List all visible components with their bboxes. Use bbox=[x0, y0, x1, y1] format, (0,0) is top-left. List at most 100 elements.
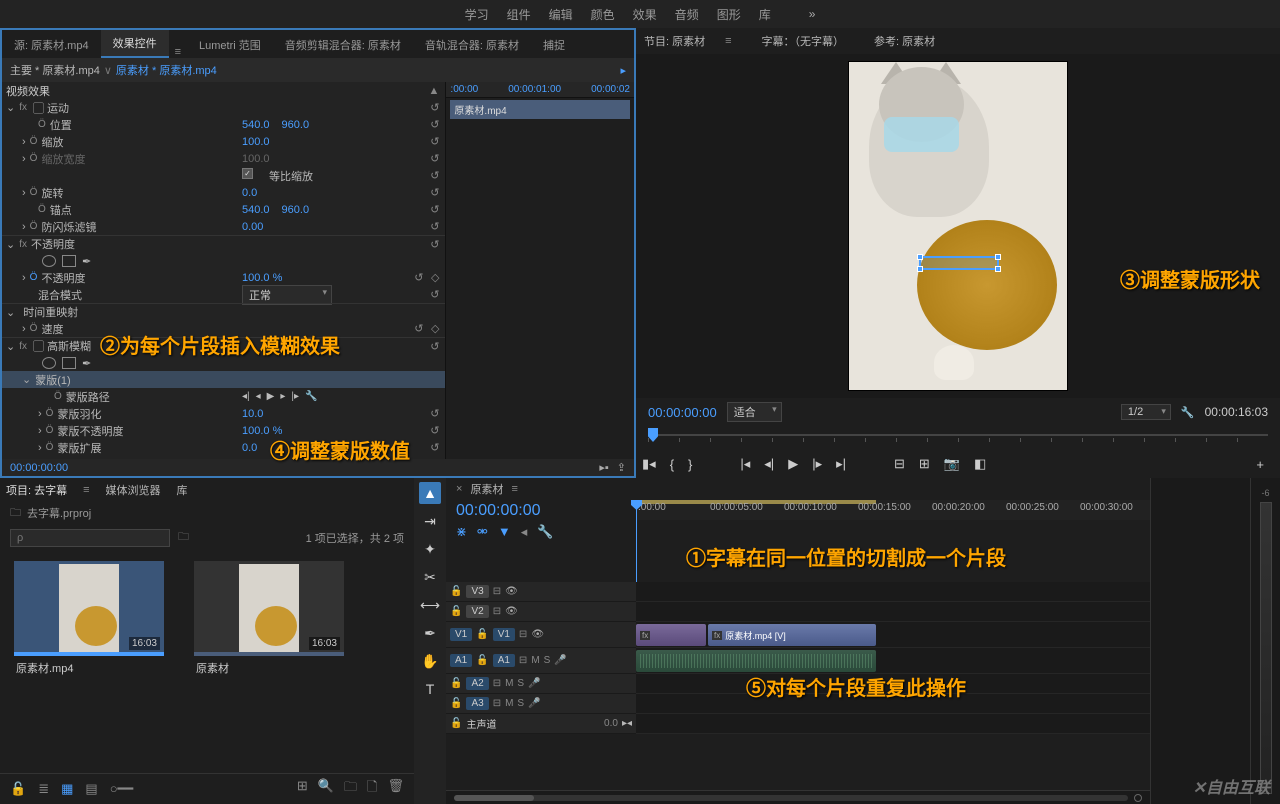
track-content[interactable]: fx fx原素材.mp4 [V] ①字幕在同一位置的切割成一个片段 ⑤对每个片段… bbox=[636, 582, 1150, 734]
stopwatch-icon[interactable]: Ö bbox=[30, 136, 38, 147]
program-timecode[interactable]: 00:00:00:00 bbox=[648, 405, 717, 420]
zoom-handle-icon[interactable] bbox=[1134, 794, 1142, 802]
stopwatch-icon[interactable]: Ö bbox=[54, 391, 62, 402]
pen-mask-icon[interactable]: ✒ bbox=[82, 357, 96, 369]
tab-audio-clip-mixer[interactable]: 音频剪辑混合器: 原素材 bbox=[273, 32, 413, 58]
tab-project[interactable]: 项目: 去字幕 bbox=[6, 482, 67, 498]
tab-captions[interactable]: 字幕：（无字幕） bbox=[762, 33, 845, 49]
track-v3[interactable] bbox=[636, 582, 1150, 602]
export-frame-icon[interactable]: 📷 bbox=[944, 456, 960, 472]
item-name[interactable]: 原素材 bbox=[196, 660, 229, 676]
position-x[interactable]: 540.0 bbox=[242, 119, 270, 131]
lock-icon[interactable]: 🔓 bbox=[450, 718, 462, 729]
item-thumbnail[interactable]: 16:03 bbox=[194, 561, 344, 656]
effect-gaussian-blur[interactable]: ⌄ fx ▢ 高斯模糊 ↺ bbox=[2, 337, 445, 354]
position-y[interactable]: 960.0 bbox=[282, 119, 310, 131]
video-clip[interactable]: fx bbox=[636, 624, 706, 646]
eye-icon[interactable]: 👁 bbox=[531, 629, 544, 640]
source-patch[interactable]: V1 bbox=[450, 628, 472, 641]
play-mask-icon[interactable]: ▶ bbox=[267, 391, 275, 402]
export-icon[interactable]: ⇪ bbox=[617, 461, 626, 474]
selection-tool-icon[interactable]: ▲ bbox=[419, 482, 441, 504]
reset-icon[interactable]: ↺ bbox=[430, 340, 439, 353]
reset-icon[interactable]: ↺ bbox=[430, 220, 439, 233]
scale-value[interactable]: 100.0 bbox=[242, 136, 270, 148]
track-back-icon[interactable]: ◂| bbox=[242, 391, 250, 402]
reset-icon[interactable]: ↺ bbox=[430, 203, 439, 216]
ellipse-mask-icon[interactable] bbox=[42, 357, 56, 369]
tab-media-browser[interactable]: 媒体浏览器 bbox=[106, 482, 161, 498]
find-icon[interactable]: 🔍 bbox=[318, 778, 334, 800]
sequence-clip-name[interactable]: 原素材 * 原素材.mp4 bbox=[116, 62, 217, 78]
mini-ruler[interactable]: :00:00 00:00:01:00 00:00:02 bbox=[446, 82, 634, 98]
anchor-y[interactable]: 960.0 bbox=[282, 204, 310, 216]
fx-badge-icon[interactable]: fx bbox=[19, 102, 27, 113]
reset-icon[interactable]: ↺ bbox=[430, 441, 439, 454]
new-item-icon[interactable]: 🗋 bbox=[367, 778, 377, 800]
stopwatch-active-icon[interactable]: Ö bbox=[30, 272, 38, 283]
lock-icon[interactable]: 🔓 bbox=[476, 655, 488, 666]
delete-icon[interactable]: 🗑 bbox=[387, 778, 404, 800]
search-input[interactable] bbox=[10, 529, 170, 547]
reset-icon[interactable]: ↺ bbox=[430, 186, 439, 199]
fit-select[interactable]: 适合 bbox=[727, 402, 782, 422]
reset-icon[interactable]: ↺ bbox=[414, 322, 423, 335]
effect-timecode[interactable]: 00:00:00:00 bbox=[10, 462, 68, 474]
lock-icon[interactable]: 🔓 bbox=[450, 606, 462, 617]
voiceover-icon[interactable]: 🎤 bbox=[528, 678, 540, 689]
pen-tool-icon[interactable]: ✒ bbox=[419, 622, 441, 644]
tab-library[interactable]: 库 bbox=[177, 482, 188, 498]
ws-tab[interactable]: 音频 bbox=[675, 6, 699, 23]
snap-icon[interactable]: ⋇ bbox=[456, 524, 467, 540]
scroll-up-icon[interactable]: ▲ bbox=[429, 85, 440, 97]
ws-tab[interactable]: 库 bbox=[759, 6, 771, 23]
step-back-icon[interactable]: ◂| bbox=[764, 456, 774, 472]
stopwatch-icon[interactable]: Ö bbox=[46, 425, 54, 436]
track-a3[interactable] bbox=[636, 694, 1150, 714]
step-fwd-icon[interactable]: |▸ bbox=[812, 456, 822, 472]
tab-program[interactable]: 节目: 原素材 bbox=[644, 33, 705, 49]
solo-button[interactable]: S bbox=[517, 678, 524, 689]
extract-icon[interactable]: ⊞ bbox=[919, 456, 930, 472]
track-select-tool-icon[interactable]: ⇥ bbox=[419, 510, 441, 532]
audio-clip[interactable] bbox=[636, 650, 876, 672]
reset-icon[interactable]: ↺ bbox=[430, 118, 439, 131]
lock-icon[interactable]: 🔓 bbox=[450, 678, 462, 689]
tab-reference[interactable]: 参考: 原素材 bbox=[874, 33, 935, 49]
opacity-value[interactable]: 100.0 % bbox=[242, 272, 282, 284]
tab-effect-controls[interactable]: 效果控件 bbox=[101, 30, 169, 58]
pen-mask-icon[interactable]: ✒ bbox=[82, 255, 96, 267]
voiceover-icon[interactable]: 🎤 bbox=[554, 655, 566, 666]
type-tool-icon[interactable]: T bbox=[419, 678, 441, 700]
master-value[interactable]: 0.0 bbox=[604, 718, 618, 729]
solo-button[interactable]: S bbox=[517, 698, 524, 709]
timeline-timecode[interactable]: 00:00:00:00 bbox=[456, 500, 626, 522]
reset-icon[interactable]: ↺ bbox=[430, 169, 439, 182]
twirl-icon[interactable]: › bbox=[38, 442, 42, 454]
twirl-icon[interactable]: ⌄ bbox=[6, 306, 15, 319]
stopwatch-icon[interactable]: Ö bbox=[38, 204, 46, 215]
reset-icon[interactable]: ↺ bbox=[430, 101, 439, 114]
panel-menu-icon[interactable]: ≡ bbox=[169, 46, 187, 58]
stopwatch-icon[interactable]: Ö bbox=[38, 119, 46, 130]
track-header-v3[interactable]: 🔓 V3 ⊟ 👁 bbox=[446, 582, 636, 602]
effect-motion[interactable]: ⌄ fx ▢ 运动 ↺ bbox=[2, 99, 445, 116]
stopwatch-icon[interactable]: Ö bbox=[30, 187, 38, 198]
rotation-value[interactable]: 0.0 bbox=[242, 187, 257, 199]
flicker-value[interactable]: 0.00 bbox=[242, 221, 263, 233]
panel-menu-icon[interactable]: ≡ bbox=[511, 483, 517, 495]
button-editor-icon[interactable]: + bbox=[1256, 457, 1264, 472]
slip-tool-icon[interactable]: ⟷ bbox=[419, 594, 441, 616]
timeline-ruler[interactable]: :00:00 00:00:05:00 00:00:10:00 00:00:15:… bbox=[636, 500, 1150, 520]
go-to-in-icon[interactable]: |◂ bbox=[740, 456, 750, 472]
blend-mode-select[interactable]: 正常 bbox=[242, 285, 332, 305]
toggle-output-icon[interactable]: ⊟ bbox=[493, 678, 501, 689]
mute-button[interactable]: M bbox=[531, 655, 539, 666]
reset-icon[interactable]: ↺ bbox=[430, 424, 439, 437]
project-item[interactable]: 16:03 原素材.mp4 bbox=[14, 561, 164, 680]
ws-tab[interactable]: 图形 bbox=[717, 6, 741, 23]
marker-icon[interactable]: ▼ bbox=[498, 524, 511, 540]
fx-badge-icon[interactable]: fx bbox=[19, 239, 27, 250]
tab-capture[interactable]: 捕捉 bbox=[531, 32, 577, 58]
tab-audio-track-mixer[interactable]: 音轨混合器: 原素材 bbox=[413, 32, 531, 58]
